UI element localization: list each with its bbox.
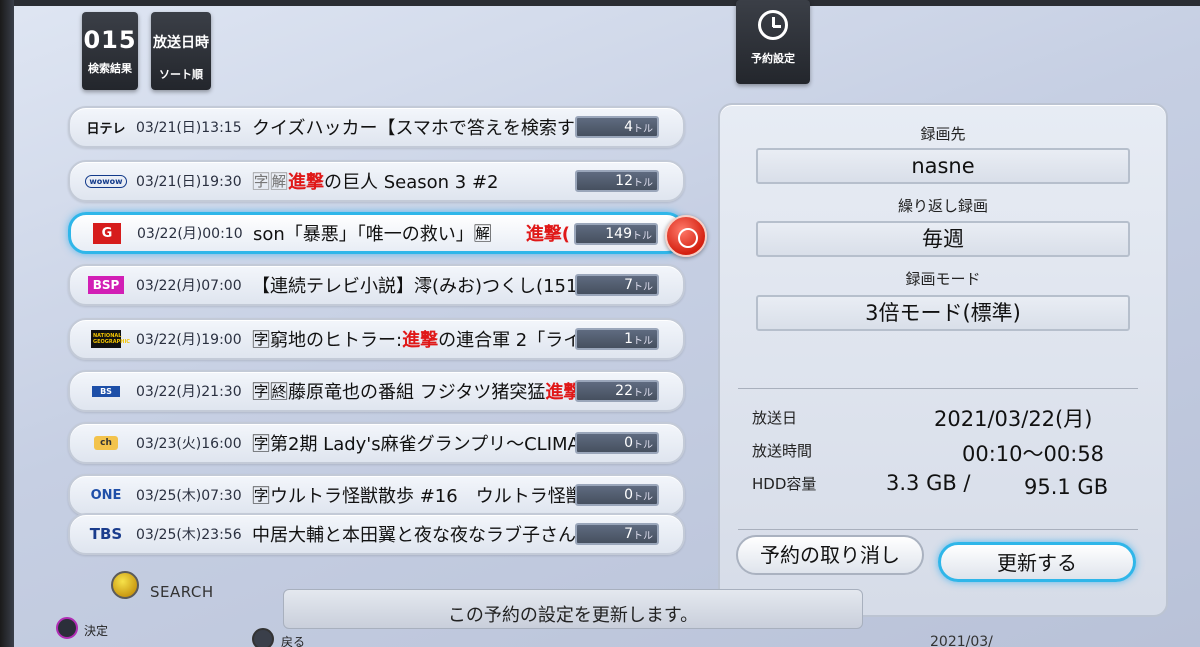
program-date: 03/22(月)07:00 xyxy=(136,278,242,294)
program-count: 0 トル xyxy=(575,484,659,506)
program-date: 03/23(火)16:00 xyxy=(136,436,242,452)
divider xyxy=(738,529,1138,530)
status-message: この予約の設定を更新します。 xyxy=(447,605,699,626)
program-title: 🈑🈖進撃の巨人 Season 3 #2 xyxy=(252,172,499,193)
reserve-settings-tile[interactable]: 予約設定 xyxy=(736,0,810,84)
program-row-3-selected[interactable]: G 03/22(月)00:10 son「暴悪」「唯一の救い」🈖 進撃( 149 トル xyxy=(68,212,685,254)
program-count: 149 トル xyxy=(574,223,658,245)
program-count: 4 トル xyxy=(575,116,659,138)
result-count-tile[interactable]: 015 検索結果 xyxy=(82,12,138,90)
confirm-label: 決定 xyxy=(84,624,109,638)
program-date: 03/22(月)19:00 xyxy=(136,332,242,348)
recording-clock-icon xyxy=(665,215,707,257)
program-row-2[interactable]: wowow 03/21(日)19:30 🈑🈖進撃の巨人 Season 3 #2 … xyxy=(68,160,685,202)
screen-bezel-top xyxy=(0,0,1200,6)
result-count: 015 xyxy=(83,26,137,54)
program-date: 03/25(木)23:56 xyxy=(136,527,242,543)
sort-label: ソート順 xyxy=(159,68,203,81)
program-row-1[interactable]: 日テレ 03/21(日)13:15 クイズハッカー【スマホで答えを検索する 4ト… xyxy=(68,106,685,148)
program-row-4[interactable]: BSP 03/22(月)07:00 【連続テレビ小説】澪(みお)つくし(151)… xyxy=(68,264,685,306)
program-row-8[interactable]: ONE 03/25(木)07:30 🈑ウルトラ怪獣散歩 #16 ウルトラ怪獣 0… xyxy=(68,474,685,516)
channel-logo-bs: BS xyxy=(84,380,128,402)
program-title: 🈑窮地のヒトラー:進撃の連合軍 2「ライン xyxy=(252,330,582,351)
program-row-7[interactable]: ch 03/23(火)16:00 🈑第2期 Lady's麻雀グランプリ～CLIM… xyxy=(68,422,685,464)
reserve-settings-label: 予約設定 xyxy=(751,52,795,65)
program-title: 【連続テレビ小説】澪(みお)つくし(151)🈑 xyxy=(252,276,582,297)
program-row-9[interactable]: TBS 03/25(木)23:56 中居大輔と本田翼と夜な夜なラブ子さん🈖 7ト… xyxy=(68,513,685,555)
cross-button-icon xyxy=(252,628,274,647)
hdd-total: 95.1 GB xyxy=(1024,475,1109,499)
program-count: 12 トル xyxy=(575,170,659,192)
clock-icon xyxy=(758,10,788,40)
channel-logo-wowow: wowow xyxy=(84,170,128,192)
channel-logo-g: G xyxy=(85,222,129,244)
destination-label: 録画先 xyxy=(920,125,966,143)
channel-logo-natgeo: NATIONAL GEOGRAPHIC xyxy=(84,328,130,350)
program-count: 0 トル xyxy=(575,432,659,454)
program-date: 03/22(月)00:10 xyxy=(137,226,243,242)
program-title: 中居大輔と本田翼と夜な夜なラブ子さん🈖 xyxy=(252,525,582,546)
cancel-reservation-button[interactable]: 予約の取り消し xyxy=(736,535,924,575)
channel-logo-one: ONE xyxy=(90,487,122,503)
hdd-used: 3.3 GB / xyxy=(886,471,971,495)
corner-date: 2021/03/ xyxy=(930,634,993,647)
destination-field[interactable]: nasne xyxy=(756,148,1130,184)
program-title: 🈑🈡藤原竜也の番組 フジタツ猪突猛進撃!! xyxy=(252,382,582,403)
mode-field[interactable]: 3倍モード(標準) xyxy=(756,295,1130,331)
program-date: 03/21(日)13:15 xyxy=(136,120,242,136)
program-count: 7 トル xyxy=(575,274,659,296)
program-count: 1 トル xyxy=(575,328,659,350)
search-icon[interactable] xyxy=(111,571,139,599)
program-date: 03/22(月)21:30 xyxy=(136,384,242,400)
channel-logo-bsp: BSP xyxy=(84,274,128,296)
channel-logo-ntv: 日テレ xyxy=(86,121,126,137)
repeat-field[interactable]: 毎週 xyxy=(756,221,1130,257)
search-label: SEARCH xyxy=(150,583,214,601)
program-row-6[interactable]: BS 03/22(月)21:30 🈑🈡藤原竜也の番組 フジタツ猪突猛進撃!! 2… xyxy=(68,370,685,412)
program-title: son「暴悪」「唯一の救い」🈖 進撃( xyxy=(253,224,571,245)
update-button[interactable]: 更新する xyxy=(938,542,1136,582)
program-count: 22 トル xyxy=(575,380,659,402)
sort-order-tile[interactable]: 放送日時 ソート順 xyxy=(151,12,211,90)
sort-value: 放送日時 xyxy=(153,35,209,51)
channel-logo-tbs: TBS xyxy=(89,525,123,543)
air-date-value: 2021/03/22(月) xyxy=(934,407,1093,431)
program-date: 03/21(日)19:30 xyxy=(136,174,242,190)
program-count: 7 トル xyxy=(575,523,659,545)
repeat-label: 繰り返し録画 xyxy=(897,197,988,215)
circle-button-icon xyxy=(56,617,78,639)
program-title: 🈑ウルトラ怪獣散歩 #16 ウルトラ怪獣 xyxy=(252,486,582,507)
back-label: 戻る xyxy=(281,635,306,647)
mode-label: 録画モード xyxy=(905,270,981,288)
hdd-label: HDD容量 xyxy=(752,475,817,493)
program-date: 03/25(木)07:30 xyxy=(136,488,242,504)
status-message-bar: この予約の設定を更新します。 xyxy=(283,589,863,629)
divider xyxy=(738,388,1138,389)
air-time-label: 放送時間 xyxy=(752,442,813,460)
screen-bezel-left xyxy=(0,0,14,647)
result-count-label: 検索結果 xyxy=(88,62,132,75)
program-row-5[interactable]: NATIONAL GEOGRAPHIC 03/22(月)19:00 🈑窮地のヒト… xyxy=(68,318,685,360)
air-time-value: 00:10〜00:58 xyxy=(962,442,1105,466)
reservation-detail-panel: 録画先 nasne 繰り返し録画 毎週 録画モード 3倍モード(標準) 放送日 … xyxy=(718,103,1168,617)
air-date-label: 放送日 xyxy=(752,409,798,427)
channel-logo-character: ch xyxy=(84,432,128,454)
program-title: クイズハッカー【スマホで答えを検索する xyxy=(252,118,582,139)
program-title: 🈑第2期 Lady's麻雀グランプリ～CLIMAX xyxy=(252,434,582,455)
